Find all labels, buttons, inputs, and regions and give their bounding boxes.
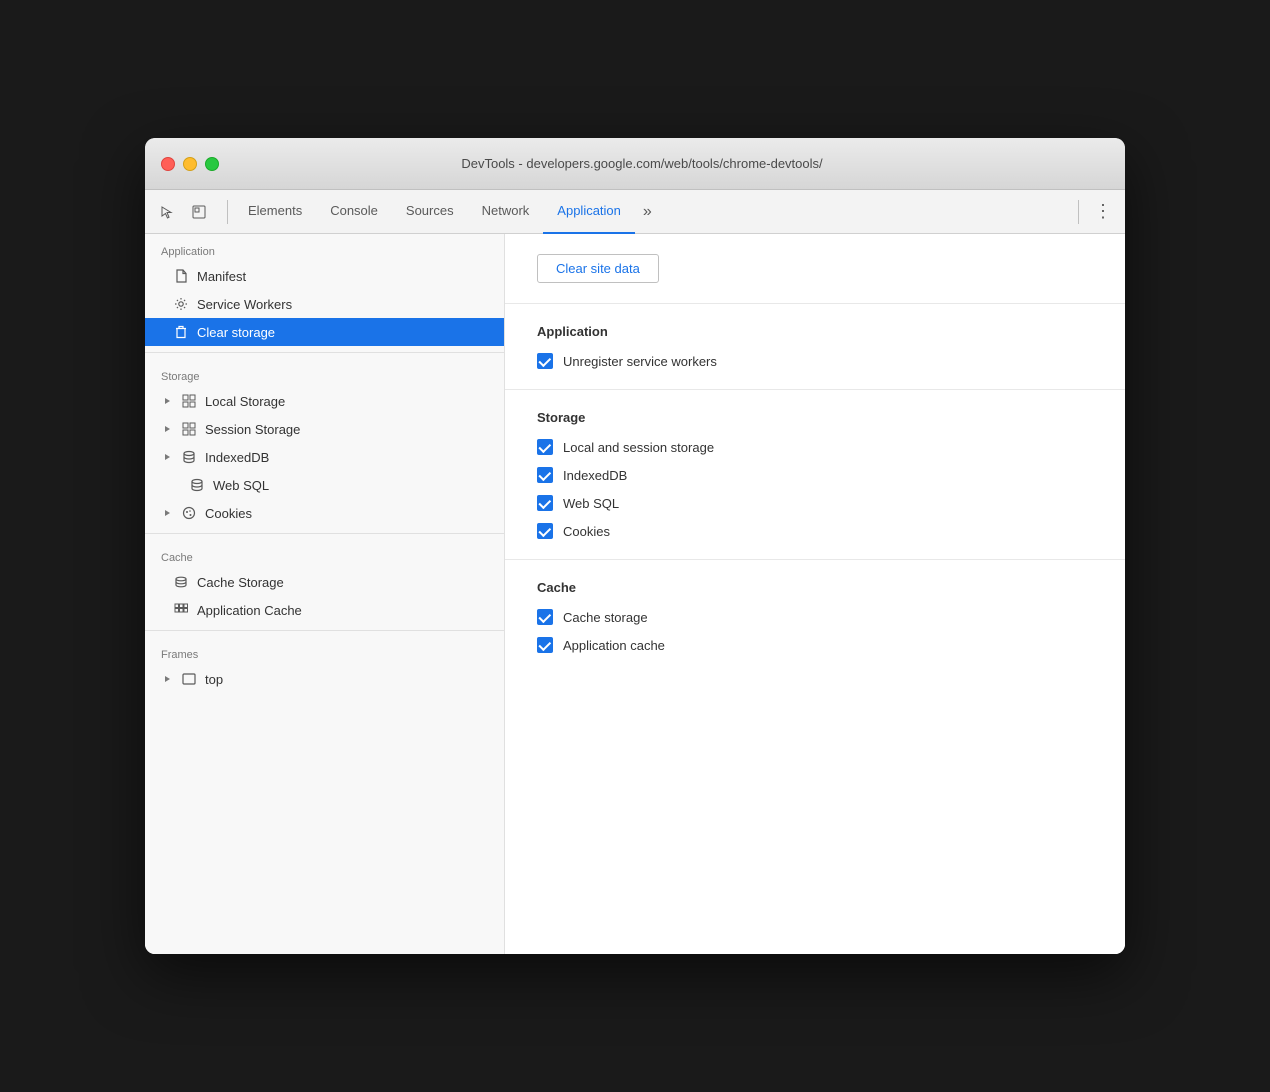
sidebar-item-indexeddb[interactable]: IndexedDB (145, 443, 504, 471)
local-session-storage-row: Local and session storage (537, 439, 1093, 455)
tab-network[interactable]: Network (468, 190, 544, 234)
devtools-window: DevTools - developers.google.com/web/too… (145, 138, 1125, 954)
unregister-sw-checkbox[interactable] (537, 353, 553, 369)
file-icon (173, 268, 189, 284)
sidebar-sep-3 (145, 630, 504, 631)
unregister-sw-row: Unregister service workers (537, 353, 1093, 369)
sidebar-item-clear-storage[interactable]: Clear storage (145, 318, 504, 346)
window-title: DevTools - developers.google.com/web/too… (235, 156, 1049, 171)
sidebar-item-application-cache[interactable]: Application Cache (145, 596, 504, 624)
arrow-icon (161, 673, 173, 685)
sidebar-sep-1 (145, 352, 504, 353)
tab-sources[interactable]: Sources (392, 190, 468, 234)
arrow-icon (161, 423, 173, 435)
sidebar-section-application-header: Application (145, 234, 504, 262)
toolbar-icons (153, 198, 213, 226)
application-section-title: Application (537, 324, 1093, 339)
sidebar-section-frames-header: Frames (145, 637, 504, 665)
main-area: Application Manifest (145, 234, 1125, 954)
toolbar: Elements Console Sources Network Applica… (145, 190, 1125, 234)
toolbar-right: ⋮ (1072, 198, 1117, 226)
frame-icon (181, 671, 197, 687)
indexeddb-row: IndexedDB (537, 467, 1093, 483)
devtools-body: Elements Console Sources Network Applica… (145, 190, 1125, 954)
devtools-settings-button[interactable]: ⋮ (1089, 198, 1117, 226)
tab-console[interactable]: Console (316, 190, 392, 234)
application-checkboxes-section: Application Unregister service workers (505, 304, 1125, 390)
sidebar-sep-2 (145, 533, 504, 534)
sidebar-item-cookies[interactable]: Cookies (145, 499, 504, 527)
sidebar-item-service-workers[interactable]: Service Workers (145, 290, 504, 318)
tab-bar: Elements Console Sources Network Applica… (234, 190, 1072, 234)
cache-checkboxes-section: Cache Cache storage Application cache (505, 560, 1125, 673)
inspect-element-button[interactable] (185, 198, 213, 226)
cache-section-title: Cache (537, 580, 1093, 595)
grid-icon (181, 421, 197, 437)
content-area: Clear site data Application Unregister s… (505, 234, 1125, 954)
minimize-button[interactable] (183, 157, 197, 171)
sidebar-item-local-storage[interactable]: Local Storage (145, 387, 504, 415)
local-session-storage-checkbox[interactable] (537, 439, 553, 455)
application-cache-checkbox[interactable] (537, 637, 553, 653)
web-sql-checkbox[interactable] (537, 495, 553, 511)
maximize-button[interactable] (205, 157, 219, 171)
sidebar-item-session-storage[interactable]: Session Storage (145, 415, 504, 443)
grid-icon (181, 393, 197, 409)
traffic-lights (161, 157, 219, 171)
tab-elements[interactable]: Elements (234, 190, 316, 234)
cursor-tool-button[interactable] (153, 198, 181, 226)
arrow-icon (161, 395, 173, 407)
stack-icon (173, 574, 189, 590)
clear-button-section: Clear site data (505, 234, 1125, 304)
cache-storage-row: Cache storage (537, 609, 1093, 625)
storage-checkboxes-section: Storage Local and session storage Indexe… (505, 390, 1125, 560)
web-sql-row: Web SQL (537, 495, 1093, 511)
sidebar: Application Manifest (145, 234, 505, 954)
gear-icon (173, 296, 189, 312)
cookies-row: Cookies (537, 523, 1093, 539)
trash-icon (173, 324, 189, 340)
close-button[interactable] (161, 157, 175, 171)
database-icon (189, 477, 205, 493)
arrow-icon (161, 451, 173, 463)
sidebar-item-top-frame[interactable]: top (145, 665, 504, 693)
application-cache-row: Application cache (537, 637, 1093, 653)
indexeddb-checkbox[interactable] (537, 467, 553, 483)
storage-section-title: Storage (537, 410, 1093, 425)
sidebar-item-manifest[interactable]: Manifest (145, 262, 504, 290)
cookie-icon (181, 505, 197, 521)
clear-site-data-button[interactable]: Clear site data (537, 254, 659, 283)
sidebar-section-storage-header: Storage (145, 359, 504, 387)
cookies-checkbox[interactable] (537, 523, 553, 539)
tab-application[interactable]: Application (543, 190, 635, 234)
database-icon (181, 449, 197, 465)
sidebar-item-cache-storage[interactable]: Cache Storage (145, 568, 504, 596)
more-tabs-button[interactable]: » (635, 190, 660, 234)
sidebar-section-cache-header: Cache (145, 540, 504, 568)
cache-storage-checkbox[interactable] (537, 609, 553, 625)
appgrid-icon (173, 602, 189, 618)
titlebar: DevTools - developers.google.com/web/too… (145, 138, 1125, 190)
toolbar-divider (227, 200, 228, 224)
toolbar-right-divider (1078, 200, 1079, 224)
arrow-icon (161, 507, 173, 519)
sidebar-item-web-sql[interactable]: Web SQL (145, 471, 504, 499)
